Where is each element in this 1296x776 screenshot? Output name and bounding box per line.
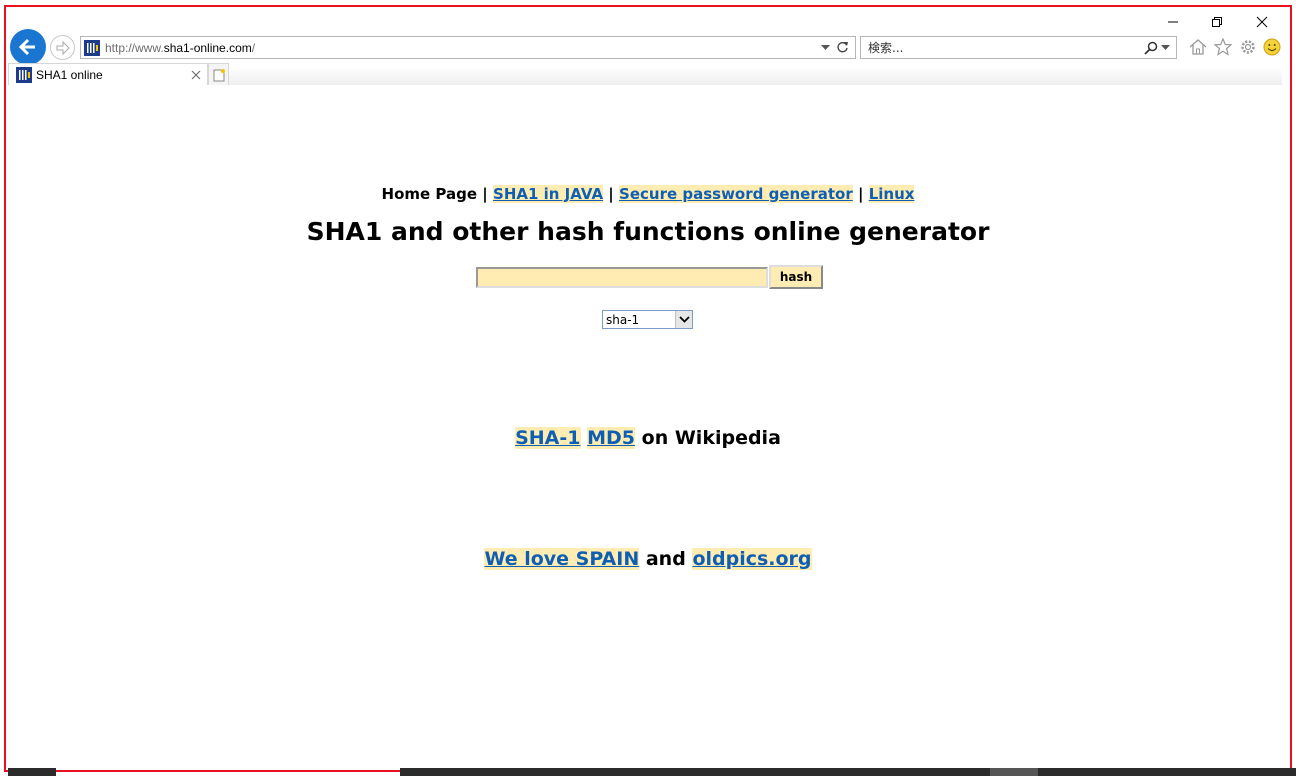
taskbar-segment [8,768,56,776]
nav-separator: | [608,185,614,203]
nav-home: Home Page [381,185,478,203]
dropdown-arrow-icon[interactable] [1161,44,1170,51]
arrow-left-icon [18,38,35,56]
refresh-icon[interactable] [836,41,849,54]
site-favicon-icon [84,39,100,56]
footer-and: and [645,548,686,570]
tools-button[interactable] [1238,37,1258,57]
search-input[interactable] [868,40,1128,55]
home-button[interactable] [1188,37,1208,57]
nav-linux-link[interactable]: Linux [868,185,915,203]
address-bar[interactable]: http://www.sha1-online.com/ [80,36,856,59]
address-url: http://www.sha1-online.com/ [105,40,256,55]
nav-separator: | [482,185,488,203]
wiki-suffix: on Wikipedia [641,427,781,449]
wiki-sha1-link[interactable]: SHA-1 [515,427,581,449]
favorites-button[interactable] [1213,37,1233,57]
site-favicon-icon [16,66,32,83]
minimize-icon [1168,21,1178,23]
algorithm-select[interactable]: sha-1 [602,310,693,329]
tab-strip [229,66,1282,85]
smiley-icon [1263,38,1281,56]
oldpics-link[interactable]: oldpics.org [692,548,812,570]
taskbar-segment [990,768,1038,776]
tab-label: SHA1 online [36,67,103,82]
hash-form: hash [476,265,823,289]
wiki-md5-link[interactable]: MD5 [587,427,636,449]
close-window-button[interactable] [1240,11,1284,33]
chevron-down-icon [678,316,690,323]
minimize-button[interactable] [1151,11,1195,33]
nav-separator: | [857,185,864,203]
new-tab-button[interactable] [208,63,229,85]
page-title: SHA1 and other hash functions online gen… [306,217,990,246]
dropdown-arrow-icon[interactable] [821,44,830,51]
close-icon [1256,16,1268,28]
search-icon[interactable] [1144,41,1158,55]
back-button[interactable] [10,29,46,65]
restore-icon [1212,17,1222,27]
wikipedia-links: SHA-1 MD5 on Wikipedia [6,427,1290,449]
top-nav: Home Page | SHA1 in JAVA | Secure passwo… [6,185,1290,203]
home-icon [1189,39,1207,55]
forward-button[interactable] [50,35,75,60]
page-content: Home Page | SHA1 in JAVA | Secure passwo… [6,85,1290,769]
taskbar-segment [400,768,1296,776]
search-box[interactable] [860,36,1177,59]
hash-input[interactable] [476,266,768,288]
star-icon [1214,38,1232,56]
close-tab-icon[interactable] [191,70,201,80]
tab-sha1-online[interactable]: SHA1 online [8,63,208,85]
arrow-right-icon [56,40,70,55]
feedback-button[interactable] [1262,37,1282,57]
hash-button[interactable]: hash [769,265,823,289]
footer-links: We love SPAIN and oldpics.org [6,548,1290,570]
nav-password-generator-link[interactable]: Secure password generator [619,185,853,203]
we-love-spain-link[interactable]: We love SPAIN [484,548,640,570]
algorithm-select-value: sha-1 [606,312,640,327]
new-tab-icon [213,68,225,81]
restore-button[interactable] [1195,11,1239,33]
gear-icon [1241,40,1255,54]
select-arrow[interactable] [675,311,692,328]
nav-sha1-java-link[interactable]: SHA1 in JAVA [493,185,604,203]
